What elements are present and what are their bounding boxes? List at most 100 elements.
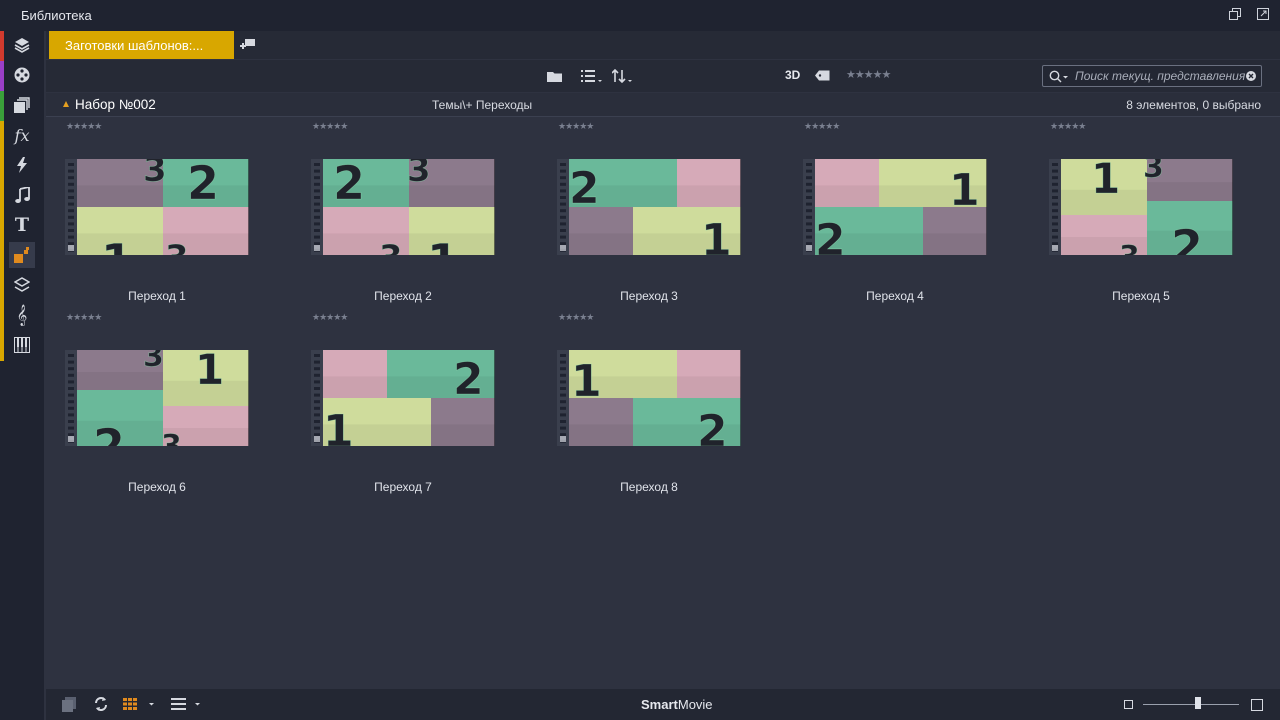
transition-item[interactable]: ★★★★★ 1 2 Переход 8 (557, 312, 757, 494)
rating-stars[interactable]: ★★★★★ (1050, 121, 1086, 132)
add-tab-icon[interactable] (239, 37, 255, 51)
svg-text:2: 2 (815, 215, 846, 255)
restore-window-icon[interactable] (1229, 8, 1241, 20)
sidebar-piano-keys-icon[interactable] (9, 332, 35, 358)
tab-templates[interactable]: Заготовки шаблонов:... (49, 31, 234, 59)
svg-text:1: 1 (1091, 159, 1120, 203)
transition-item[interactable]: ★★★★★ 1 2 Переход 4 (803, 121, 1003, 303)
rating-stars[interactable]: ★★★★★ (66, 312, 102, 323)
transition-label: Переход 1 (128, 289, 186, 303)
transition-thumbnail[interactable]: 1 2 3 3 (65, 350, 249, 446)
library-sidebar: fx T 𝄞 (0, 31, 44, 720)
svg-text:1: 1 (701, 215, 732, 255)
svg-text:3: 3 (1119, 240, 1140, 255)
transition-label: Переход 2 (374, 289, 432, 303)
transition-thumbnail[interactable]: 2 1 3 3 (65, 159, 249, 255)
category-color-strip (0, 151, 4, 181)
zoom-out-small-icon[interactable] (1124, 700, 1133, 709)
clear-search-icon[interactable] (1246, 71, 1256, 81)
transition-item[interactable]: ★★★★★ 2 1 Переход 7 (311, 312, 511, 494)
svg-text:1: 1 (195, 350, 224, 394)
category-color-strip (0, 301, 4, 331)
brand-rest-text: Movie (677, 697, 713, 712)
svg-text:3: 3 (407, 159, 431, 190)
rating-stars[interactable]: ★★★★★ (312, 312, 348, 323)
category-color-strip (0, 31, 4, 61)
svg-text:2: 2 (697, 406, 728, 446)
svg-text:3: 3 (165, 238, 189, 255)
sidebar-lightning-icon[interactable] (9, 152, 35, 178)
library-window: Библиотека fx T 𝄞 Заготовки шаблонов:... (0, 0, 1280, 720)
folder-icon[interactable] (547, 70, 563, 83)
transition-label: Переход 4 (866, 289, 924, 303)
svg-text:2: 2 (93, 419, 125, 446)
sort-icon[interactable] (612, 69, 634, 83)
svg-text:3: 3 (161, 429, 182, 446)
category-color-strip (0, 211, 4, 241)
group-item-count: 8 элементов, 0 выбрано (1126, 98, 1261, 112)
smartmovie-button[interactable]: SmartMovie (641, 697, 713, 712)
category-color-strip (0, 271, 4, 301)
transition-item[interactable]: ★★★★★ 2 1 Переход 3 (557, 121, 757, 303)
zoom-slider-track[interactable] (1143, 704, 1239, 705)
search-input[interactable]: Поиск текущ. представления (1042, 65, 1262, 87)
search-placeholder: Поиск текущ. представления (1075, 69, 1246, 83)
transition-thumbnail[interactable]: 2 1 3 3 (311, 159, 495, 255)
rating-stars[interactable]: ★★★★★ (66, 121, 102, 132)
category-color-strip (0, 91, 4, 121)
transition-item[interactable]: ★★★★★ 2 1 3 3 Переход 1 (65, 121, 265, 303)
svg-text:2: 2 (1171, 220, 1203, 255)
group-name: Набор №002 (75, 97, 156, 112)
sync-icon[interactable] (94, 696, 108, 712)
svg-text:2: 2 (187, 159, 219, 210)
sidebar-film-reel-icon[interactable] (9, 62, 35, 88)
sidebar-fx-icon[interactable]: fx (9, 122, 35, 148)
sidebar-montage-icon[interactable] (9, 242, 35, 268)
category-color-strip (0, 241, 4, 271)
category-color-strip (0, 331, 4, 361)
transition-label: Переход 8 (620, 480, 678, 494)
sidebar-title-t-icon[interactable]: T (9, 212, 35, 238)
transition-label: Переход 5 (1112, 289, 1170, 303)
rating-filter-stars[interactable]: ★★★★★ (846, 68, 891, 81)
transition-thumbnail[interactable]: 1 2 3 3 (1049, 159, 1233, 255)
sidebar-music-note-icon[interactable] (9, 182, 35, 208)
menu-list-icon[interactable] (171, 698, 205, 710)
group-header[interactable]: Набор №002 Темы\+ Переходы 8 элементов, … (46, 93, 1280, 117)
detach-window-icon[interactable] (1257, 8, 1269, 20)
transition-label: Переход 6 (128, 480, 186, 494)
rating-stars[interactable]: ★★★★★ (312, 121, 348, 132)
title-t-label: T (14, 214, 30, 236)
thumbnail-view-icon[interactable] (123, 698, 157, 710)
svg-text:2: 2 (333, 159, 365, 210)
category-color-strip (0, 121, 4, 151)
rating-stars[interactable]: ★★★★★ (804, 121, 840, 132)
rating-stars[interactable]: ★★★★★ (558, 312, 594, 323)
zoom-slider-thumb[interactable] (1194, 697, 1201, 709)
fx-label: fx (14, 125, 30, 145)
transition-label: Переход 7 (374, 480, 432, 494)
sidebar-treble-clef-icon[interactable]: 𝄞 (9, 302, 35, 328)
transition-thumbnail[interactable]: 21 (557, 159, 741, 255)
collapse-triangle-icon[interactable] (63, 101, 69, 107)
zoom-in-large-icon[interactable] (1251, 699, 1263, 711)
rating-stars[interactable]: ★★★★★ (558, 121, 594, 132)
transition-item[interactable]: ★★★★★ 1 2 3 3 Переход 6 (65, 312, 265, 494)
transition-thumbnail[interactable]: 12 (557, 350, 741, 446)
transition-item[interactable]: ★★★★★ 2 1 3 3 Переход 2 (311, 121, 511, 303)
sidebar-layers-icon[interactable] (9, 272, 35, 298)
transition-item[interactable]: ★★★★★ 1 2 3 3 Переход 5 (1049, 121, 1249, 303)
copy-icon[interactable] (62, 697, 76, 712)
sidebar-collections-icon[interactable] (9, 92, 35, 118)
3d-filter-label[interactable]: 3D (785, 68, 800, 82)
library-toolbar: 3D ★★★★★ Поиск текущ. представления (46, 60, 1280, 92)
transition-thumbnail[interactable]: 12 (803, 159, 987, 255)
tag-icon[interactable] (815, 70, 830, 81)
sidebar-project-bin-icon[interactable] (9, 32, 35, 58)
search-icon[interactable] (1049, 70, 1069, 84)
list-view-icon[interactable] (581, 69, 603, 83)
svg-text:1: 1 (571, 356, 602, 407)
group-path: Темы\+ Переходы (432, 98, 533, 112)
window-title: Библиотека (21, 8, 92, 23)
transition-thumbnail[interactable]: 21 (311, 350, 495, 446)
